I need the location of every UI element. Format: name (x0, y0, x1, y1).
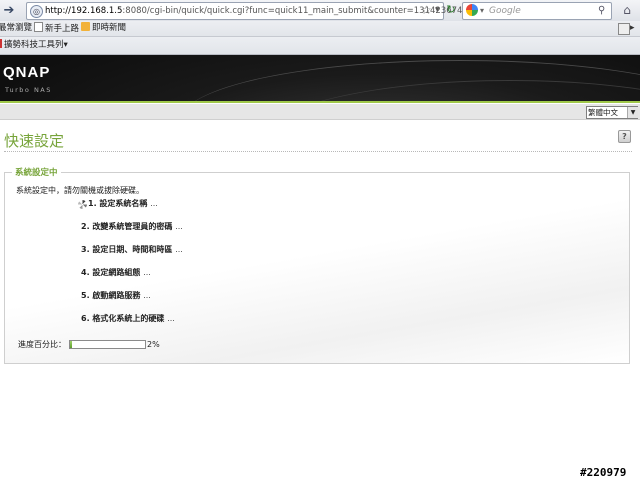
rss-feed-icon (81, 22, 90, 31)
step-dots: ... (143, 291, 151, 300)
setup-step: 6. 格式化系統上的硬碟 ... (81, 314, 175, 324)
step-label: 5. 啟動網路服務 (81, 291, 141, 300)
window-icon[interactable] (618, 23, 630, 35)
bookmarks-toolbar: 最常瀏覽 新手上路 即時新聞 ▸ (0, 21, 640, 37)
page-icon (34, 22, 43, 32)
setup-step: 4. 設定網路組態 ... (81, 268, 151, 278)
chevron-down-icon[interactable]: ▼ (627, 107, 638, 118)
bookmark-getting-started[interactable]: 新手上路 (34, 22, 79, 36)
magnifier-icon[interactable]: ⚲ (598, 3, 605, 18)
bookmark-most-visited[interactable]: 最常瀏覽 (0, 22, 32, 35)
chevron-down-icon: ▾ (63, 40, 68, 50)
extra-toolbar: 擴勢科技工具列▾ (0, 37, 640, 55)
search-placeholder: Google (489, 6, 521, 16)
back-arrow-icon[interactable]: ➔ (0, 2, 18, 19)
step-dots: ... (175, 245, 183, 254)
bookmark-latest-news[interactable]: 即時新聞 (81, 22, 126, 35)
home-icon[interactable]: ⌂ (620, 3, 634, 17)
step-label: 6. 格式化系統上的硬碟 (81, 314, 165, 323)
setup-legend: 系統設定中 (12, 166, 61, 178)
language-bar: 繁體中文 ▼ (0, 104, 640, 120)
step-dots: ... (143, 268, 151, 277)
url-host: http://192.168.1.5 (45, 6, 123, 16)
language-value: 繁體中文 (588, 108, 618, 117)
search-box[interactable]: ▾ Google ⚲ (462, 2, 612, 20)
step-label: 3. 設定日期、時間和時區 (81, 245, 173, 254)
bookmark-label: 新手上路 (45, 24, 80, 34)
title-divider (4, 151, 632, 152)
toolbar-label: 擴勢科技工具列 (4, 40, 64, 50)
progress-label: 進度百分比： (18, 340, 66, 349)
toolbar-icon (0, 39, 2, 48)
app-header: QNAP Turbo NAS (0, 55, 640, 102)
bookmark-label: 即時新聞 (92, 23, 127, 33)
setup-step: 2. 改變系統管理員的密碼 ... (81, 222, 183, 232)
menu-icon[interactable]: ▸ (630, 22, 635, 34)
setup-step: 3. 設定日期、時間和時區 ... (81, 245, 183, 255)
step-label: 2. 改變系統管理員的密碼 (81, 222, 173, 231)
setup-step: 5. 啟動網路服務 ... (81, 291, 151, 301)
google-icon[interactable] (466, 4, 478, 16)
bookmark-star-icon[interactable]: ☆ (421, 3, 432, 18)
step-dots: ... (167, 314, 175, 323)
image-watermark: #220979 (580, 466, 627, 479)
step-label: 1. 設定系統名稱 (88, 199, 148, 208)
step-dots: ... (150, 199, 158, 208)
site-favicon-icon: ◎ (30, 5, 43, 18)
progress-value: 2% (147, 340, 160, 349)
step-dots: ... (175, 222, 183, 231)
loading-spinner-icon (78, 200, 87, 209)
browser-toolbar: ➔ ◎ http://192.168.1.5:8080/cgi-bin/quic… (0, 0, 640, 22)
help-icon[interactable]: ? (618, 130, 631, 143)
address-bar[interactable]: ◎ http://192.168.1.5:8080/cgi-bin/quick/… (26, 2, 491, 20)
bookmark-label: 最常瀏覽 (0, 23, 33, 33)
qnap-logo: QNAP (3, 64, 51, 81)
header-accent-line (0, 101, 640, 103)
language-select[interactable]: 繁體中文 ▼ (586, 106, 638, 119)
search-engine-dropdown-icon[interactable]: ▾ (480, 4, 484, 18)
toolbar-item-tool[interactable]: 擴勢科技工具列▾ (0, 39, 68, 52)
setup-intro-text: 系統設定中，請勿關機或拔除硬碟。 (16, 186, 144, 195)
step-label: 4. 設定網路組態 (81, 268, 141, 277)
product-subtitle: Turbo NAS (5, 86, 52, 94)
reload-icon[interactable]: ↻ (444, 3, 458, 17)
page-title: 快速設定 (4, 132, 65, 150)
setup-step: 1. 設定系統名稱 ... (88, 199, 158, 209)
url-dropdown-icon[interactable]: ▾ (435, 3, 440, 18)
progress-bar (69, 340, 146, 349)
progress-bar-fill (70, 341, 72, 348)
